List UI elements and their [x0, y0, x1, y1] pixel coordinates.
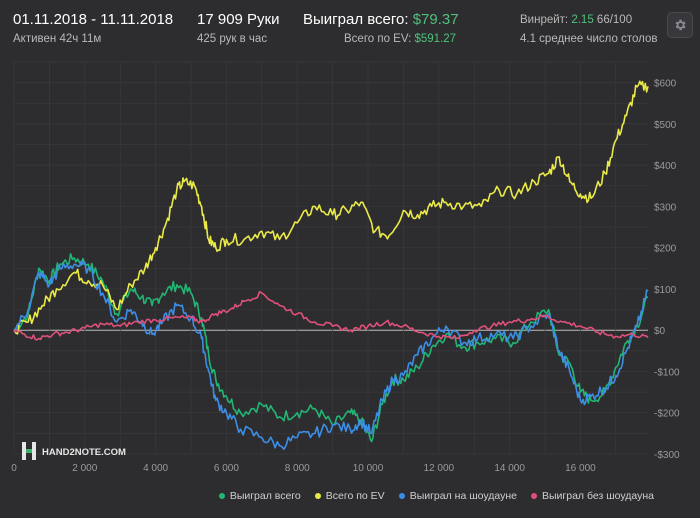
avg-tables: 4.1 среднее число столов	[520, 33, 658, 45]
legend-dot	[314, 493, 321, 499]
y-tick-label: $0	[654, 326, 666, 337]
stats-header: 01.11.2018 - 11.11.2018 Активен 42ч 11м …	[0, 0, 700, 52]
y-tick-label: -$100	[654, 367, 680, 378]
hands-count: 17 909 Руки	[197, 11, 280, 28]
active-time: Активен 42ч 11м	[13, 33, 102, 45]
x-tick-label: 12 000	[424, 463, 455, 474]
y-tick-label: -$300	[654, 450, 680, 461]
winrate-label: Винрейт:	[520, 14, 569, 26]
settings-button[interactable]	[667, 12, 693, 38]
y-tick-label: $500	[654, 120, 677, 131]
y-tick-label: $400	[654, 161, 677, 172]
x-tick-label: 8 000	[285, 463, 310, 474]
y-tick-label: $300	[654, 202, 677, 213]
x-tick-label: 10 000	[353, 463, 384, 474]
y-tick-label: $200	[654, 244, 677, 255]
won-total-stat: Выиграл всего: $79.37	[303, 11, 459, 28]
x-tick-label: 2 000	[72, 463, 97, 474]
legend-item[interactable]: Выиграл на шоудауне	[398, 490, 517, 502]
y-tick-label: -$200	[654, 409, 680, 420]
ev-total-stat: Всего по EV: $591.27	[344, 33, 456, 45]
x-tick-label: 0	[11, 463, 17, 474]
winrate-value: 2.15	[571, 14, 594, 26]
legend-label: Выиграл на шоудауне	[409, 490, 517, 502]
won-total-value: $79.37	[412, 11, 459, 28]
x-tick-label: 4 000	[143, 463, 168, 474]
ev-value: $591.27	[414, 33, 457, 45]
legend-item[interactable]: Выиграл всего	[218, 490, 301, 502]
logo-text: HAND2NOTE.COM	[42, 447, 126, 458]
date-range: 01.11.2018 - 11.11.2018	[13, 11, 174, 28]
legend-label: Всего по EV	[325, 490, 385, 502]
y-tick-label: $100	[654, 285, 677, 296]
chart-legend: Выиграл всего Всего по EV Выиграл на шоуда…	[218, 490, 654, 502]
legend-item[interactable]: Выиграл без шоудауна	[531, 490, 654, 502]
legend-label: Выиграл всего	[229, 490, 301, 502]
legend-dot	[398, 493, 405, 499]
hands-per-hour: 425 рук в час	[197, 33, 268, 45]
winrate-suffix: 66/100	[596, 14, 633, 26]
legend-item[interactable]: Всего по EV	[314, 490, 385, 502]
plot-area	[14, 62, 648, 454]
legend-dot	[531, 493, 537, 499]
x-tick-label: 16 000	[565, 463, 596, 474]
ev-label: Всего по EV:	[344, 33, 412, 45]
x-tick-label: 6 000	[214, 463, 239, 474]
graph-chart: $600 $500 $400 $300 $200 $100 $0 -$100 -$200 -$30…	[11, 61, 680, 474]
x-tick-label: 14 000	[494, 463, 525, 474]
gear-icon	[675, 19, 686, 31]
legend-label: Выиграл без шоудауна	[542, 490, 654, 502]
winrate-stat: Винрейт: 2.15 66/100	[520, 14, 632, 26]
y-tick-label: $600	[654, 79, 677, 90]
won-total-label: Выиграл всего:	[303, 11, 409, 28]
legend-dot	[218, 493, 225, 499]
